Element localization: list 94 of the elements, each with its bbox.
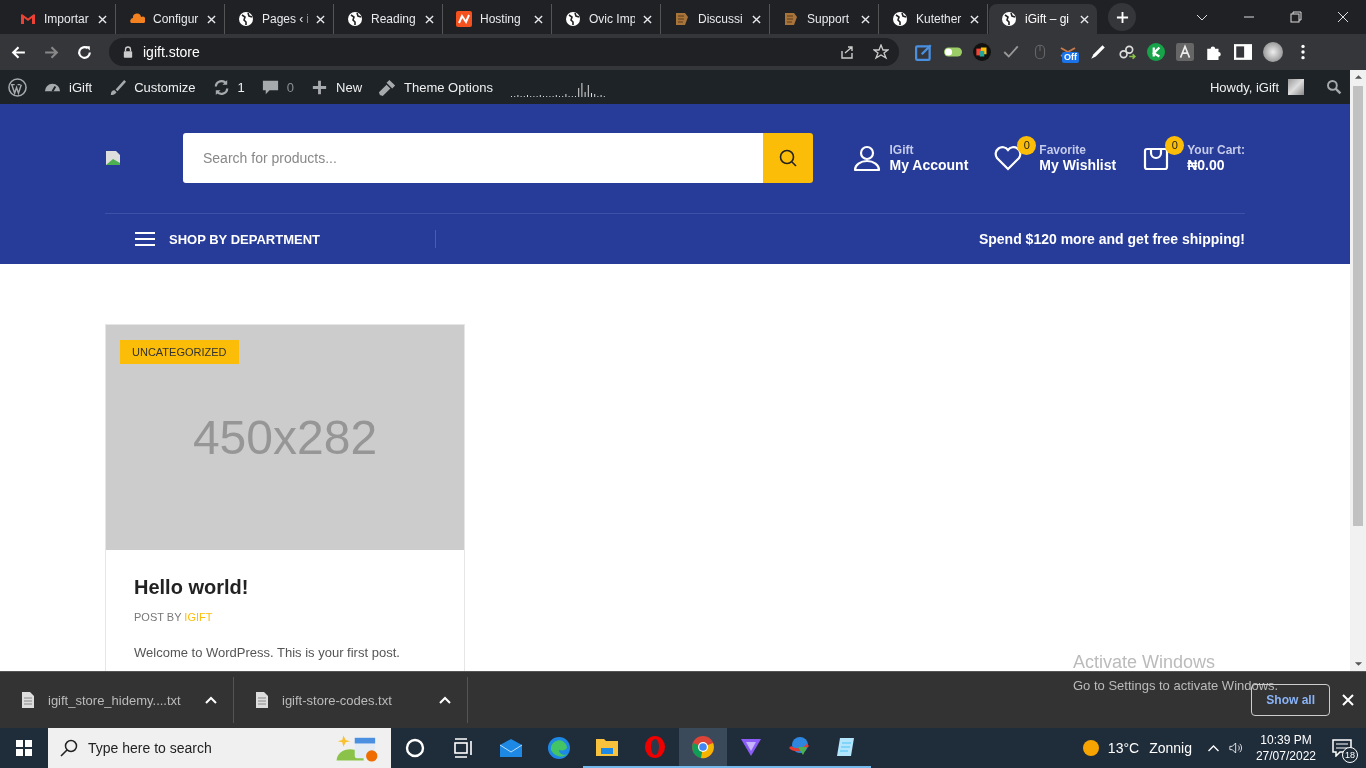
clock-time[interactable]: 10:39 PM xyxy=(1260,732,1312,748)
cart-label: Your Cart: xyxy=(1187,142,1245,157)
taskbar-search-input[interactable]: Type here to search xyxy=(86,739,325,757)
globe-icon xyxy=(565,11,581,27)
check-icon[interactable] xyxy=(1002,43,1020,61)
address-bar[interactable]: igift.store xyxy=(109,38,899,66)
wishlist-label: Favorite xyxy=(1039,142,1087,157)
notification-count: 18 xyxy=(1342,747,1358,763)
share-icon[interactable] xyxy=(839,44,855,60)
globe-icon xyxy=(238,11,254,27)
font-icon[interactable] xyxy=(1176,43,1194,61)
account-menu[interactable]: Howdy, iGift xyxy=(1209,79,1304,95)
globe-icon xyxy=(1001,11,1017,27)
scrollbar-thumb[interactable] xyxy=(1353,86,1363,526)
scroll-up-icon[interactable] xyxy=(1353,74,1363,80)
pencil-icon[interactable] xyxy=(1089,43,1107,61)
wishlist-link[interactable]: My Wishlist xyxy=(1039,156,1117,173)
account-label: IGift xyxy=(889,142,915,157)
taskbar-search-bar[interactable]: Type here to search xyxy=(48,728,391,768)
windows-start-icon[interactable] xyxy=(16,740,32,756)
sidebar-icon[interactable] xyxy=(1234,43,1252,61)
close-icon[interactable] xyxy=(207,14,216,24)
caret-icon[interactable] xyxy=(439,696,451,704)
close-icon[interactable] xyxy=(970,14,979,24)
file-icon xyxy=(22,692,34,708)
close-icon[interactable] xyxy=(534,14,543,24)
link-icon[interactable] xyxy=(1118,43,1136,61)
forum-icon xyxy=(674,11,690,27)
wordpress-icon[interactable] xyxy=(8,77,27,97)
sun-icon[interactable] xyxy=(1081,739,1100,757)
lock-icon xyxy=(123,46,133,58)
menu-icon xyxy=(135,231,155,247)
user-icon[interactable] xyxy=(852,143,881,172)
mail-icon xyxy=(20,11,36,27)
brush-icon xyxy=(108,77,128,97)
chrome-app-icon[interactable] xyxy=(679,728,727,768)
globe-icon xyxy=(892,11,908,27)
new-link[interactable]: New xyxy=(310,77,363,97)
promo-text: Spend $120 more and get free shipping! xyxy=(978,231,1245,247)
broken-image-icon[interactable] xyxy=(105,149,121,166)
k-icon[interactable] xyxy=(1147,43,1165,61)
activation-title: Activate Windows xyxy=(1073,652,1217,673)
close-icon[interactable] xyxy=(752,14,761,24)
restore-icon[interactable] xyxy=(1289,10,1303,24)
browser-tab[interactable]: iGift – gi xyxy=(989,4,1097,34)
edit-icon[interactable] xyxy=(915,43,933,61)
temperature-text[interactable]: 13°C xyxy=(1107,740,1140,756)
cart-total[interactable]: ₦0.00 xyxy=(1187,156,1245,173)
cubes-icon[interactable] xyxy=(973,43,991,61)
reload-icon[interactable] xyxy=(76,43,93,61)
post-excerpt: Welcome to WordPress. This is your first post. xyxy=(134,644,401,662)
comments-link[interactable]: 0 xyxy=(260,77,294,97)
scrollbar-track[interactable] xyxy=(1350,70,1366,671)
avatar-icon xyxy=(1288,79,1304,95)
search-field[interactable]: Search for products... xyxy=(183,132,763,183)
post-title[interactable]: Hello world! xyxy=(134,576,436,599)
hammer-icon xyxy=(378,77,398,97)
heart-icon[interactable] xyxy=(994,143,1023,172)
close-icon[interactable] xyxy=(861,14,870,24)
count-badge: 0 xyxy=(1017,135,1037,155)
close-icon[interactable] xyxy=(1336,10,1350,24)
scroll-down-icon[interactable] xyxy=(1353,661,1363,667)
close-icon[interactable] xyxy=(98,14,107,24)
category-tag[interactable]: UNCATEGORIZED xyxy=(120,340,239,364)
search-icon[interactable] xyxy=(1326,79,1342,95)
updates-link[interactable]: 1 xyxy=(211,77,245,97)
site-link[interactable]: iGift xyxy=(43,77,93,97)
wave-icon xyxy=(456,11,472,27)
plus-icon xyxy=(1115,10,1129,24)
account-link[interactable]: My Account xyxy=(889,156,969,173)
file-icon xyxy=(256,692,268,708)
star-icon[interactable] xyxy=(873,44,889,60)
clock-date[interactable]: 27/07/2022 xyxy=(1255,748,1316,764)
close-icon[interactable] xyxy=(316,14,325,24)
new-tab-button[interactable] xyxy=(1108,3,1136,31)
close-icon[interactable] xyxy=(643,14,652,24)
theme-options-link[interactable]: Theme Options xyxy=(378,77,493,97)
post-byline: POST BY IGIFT xyxy=(134,611,214,623)
forum-icon xyxy=(783,11,799,27)
download-item[interactable]: igift-store-codes.txt xyxy=(234,677,468,723)
close-icon[interactable] xyxy=(425,14,434,24)
customize-link[interactable]: Customize xyxy=(108,77,196,97)
caret-icon[interactable] xyxy=(205,696,217,704)
count-badge: 0 xyxy=(1165,135,1185,155)
speaker-icon[interactable] xyxy=(1228,741,1244,755)
close-icon[interactable] xyxy=(1080,14,1089,24)
search-icon xyxy=(60,739,78,757)
download-item[interactable]: igift_store_hidemy....txt xyxy=(0,677,234,723)
search-icon xyxy=(778,147,798,168)
weather-text[interactable]: Zonnig xyxy=(1149,740,1192,756)
search-button[interactable] xyxy=(763,132,813,183)
avatar-icon[interactable] xyxy=(1263,42,1283,62)
globe-icon xyxy=(347,11,363,27)
department-menu[interactable]: SHOP BY DEPARTMENT xyxy=(105,230,436,248)
